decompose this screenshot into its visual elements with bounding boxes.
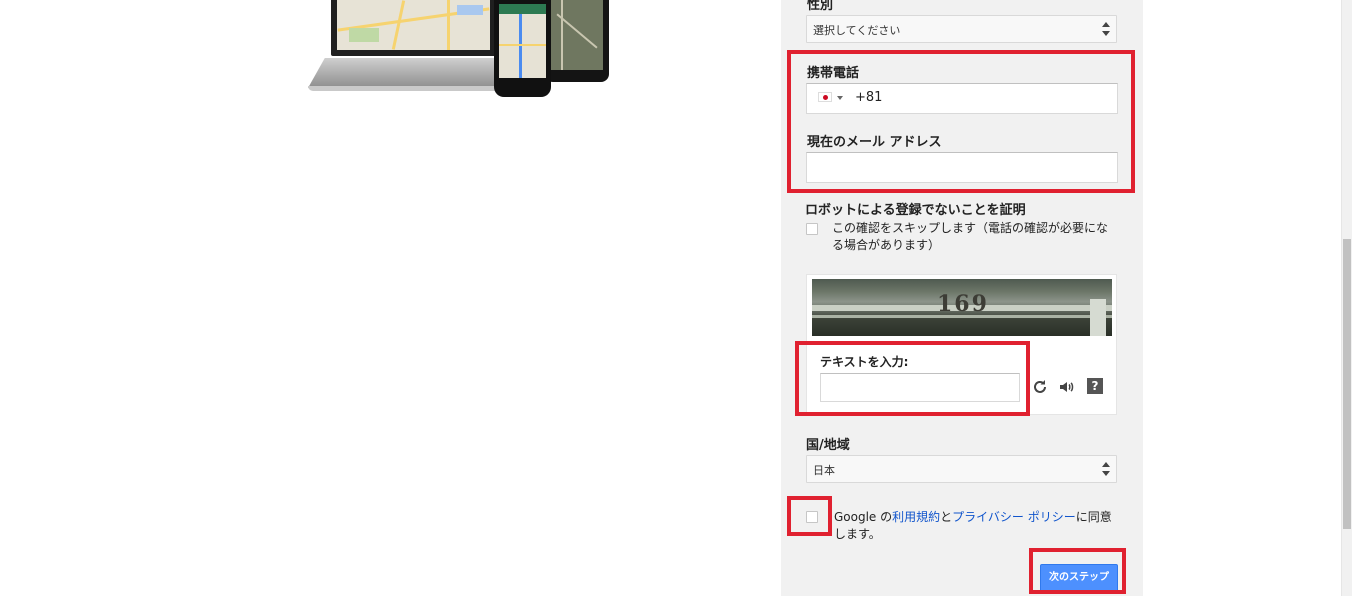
highlight-box-next — [1029, 548, 1126, 594]
highlight-box-captcha — [795, 341, 1030, 416]
select-arrows-icon — [1102, 462, 1110, 476]
skip-verification-checkbox[interactable] — [806, 223, 818, 235]
privacy-policy-link[interactable]: プライバシー ポリシー — [952, 510, 1076, 524]
terms-of-service-link[interactable]: 利用規約 — [892, 510, 940, 524]
speaker-icon[interactable] — [1058, 379, 1074, 395]
highlight-box-terms-checkbox — [787, 496, 832, 536]
phone-map-screen — [499, 4, 546, 78]
skip-verification-label-line1: この確認をスキップします（電話の確認が必要にな — [832, 221, 1109, 235]
captcha-image: 169 — [812, 279, 1112, 336]
skip-verification-label-line2: る場合があります） — [832, 238, 941, 252]
terms-suffix: に同意 — [1075, 510, 1112, 524]
terms-line1: Google の利用規約とプライバシー ポリシーに同意 — [834, 509, 1112, 526]
country-label: 国/地域 — [806, 438, 850, 453]
gender-select[interactable]: 選択してください — [806, 15, 1117, 43]
gender-label: 性別 — [807, 0, 834, 13]
laptop-map-image — [337, 0, 490, 50]
highlight-box-contact — [787, 50, 1135, 193]
terms-and: と — [940, 510, 953, 524]
help-icon[interactable]: ? — [1087, 378, 1103, 394]
page-scrollbar-thumb[interactable] — [1343, 239, 1351, 529]
terms-prefix: Google の — [834, 510, 893, 524]
country-select[interactable]: 日本 — [806, 455, 1117, 483]
laptop-lip — [308, 86, 518, 91]
gender-selected-value: 選択してください — [813, 24, 901, 37]
refresh-icon[interactable] — [1032, 379, 1048, 395]
select-arrows-icon — [1102, 22, 1110, 36]
robot-heading: ロボットによる登録でないことを証明 — [805, 203, 1026, 218]
terms-line2: します。 — [834, 527, 881, 541]
country-selected-value: 日本 — [813, 464, 835, 477]
captcha-image-text: 169 — [937, 291, 989, 317]
tablet-satellite-map — [551, 0, 603, 70]
laptop-base — [308, 58, 518, 88]
